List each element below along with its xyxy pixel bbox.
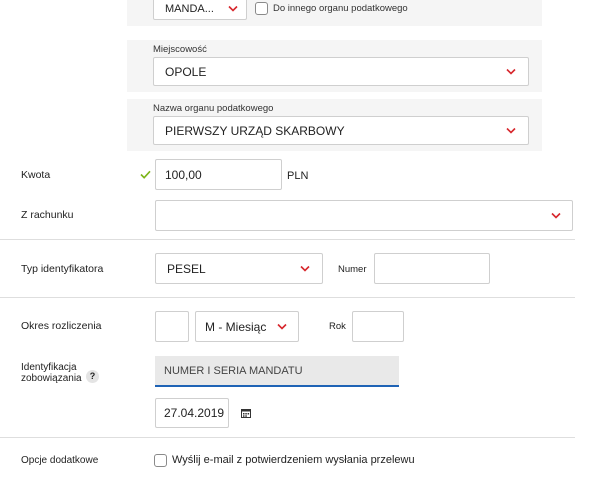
options-label: Opcje dodatkowe xyxy=(21,455,99,466)
amount-value: 100,00 xyxy=(165,167,202,182)
identifier-type-label: Typ identyfikatora xyxy=(21,263,104,275)
office-name-value: PIERWSZY URZĄD SKARBOWY xyxy=(165,123,345,138)
separator xyxy=(0,239,575,240)
identifier-type-value: PESEL xyxy=(167,261,206,276)
obligation-placeholder: NUMER I SERIA MANDATU xyxy=(164,364,303,377)
office-name-label: Nazwa organu podatkowego xyxy=(153,103,274,114)
obligation-input[interactable]: NUMER I SERIA MANDATU xyxy=(155,356,399,387)
number-label: Numer xyxy=(338,264,367,275)
office-type-value: MANDA... xyxy=(165,3,214,15)
currency-label: PLN xyxy=(287,170,309,182)
amount-label: Kwota xyxy=(21,169,51,181)
period-day-input[interactable] xyxy=(155,311,189,342)
email-confirmation-label: Wyślij e-mail z potwierdzeniem wysłania … xyxy=(172,454,415,466)
identifier-number-input[interactable] xyxy=(374,253,490,284)
amount-input[interactable]: 100,00 xyxy=(155,159,282,190)
date-value: 27.04.2019 xyxy=(164,406,225,420)
city-label: Miejscowość xyxy=(153,44,207,55)
other-office-label: Do innego organu podatkowego xyxy=(273,3,408,14)
email-confirmation-checkbox[interactable] xyxy=(154,454,167,467)
separator xyxy=(0,437,575,438)
city-value: OPOLE xyxy=(165,64,207,79)
period-type-value: M - Miesiąc xyxy=(205,319,267,334)
other-office-checkbox[interactable] xyxy=(255,2,268,15)
year-label: Rok xyxy=(329,321,346,332)
chevron-down-icon xyxy=(551,212,561,219)
period-label: Okres rozliczenia xyxy=(21,320,102,332)
period-type-select[interactable]: M - Miesiąc xyxy=(195,311,299,342)
office-name-select[interactable]: PIERWSZY URZĄD SKARBOWY xyxy=(153,116,529,145)
chevron-down-icon xyxy=(506,127,516,134)
account-label: Z rachunku xyxy=(21,209,74,221)
obligation-label-line2: zobowiązania xyxy=(21,373,82,384)
year-input[interactable] xyxy=(352,311,404,342)
chevron-down-icon xyxy=(506,68,516,75)
chevron-down-icon xyxy=(277,323,287,330)
date-input[interactable]: 27.04.2019 xyxy=(155,398,229,428)
help-icon[interactable]: ? xyxy=(86,370,99,383)
separator xyxy=(0,297,575,298)
office-type-select[interactable]: MANDA... xyxy=(153,0,247,20)
calendar-icon[interactable] xyxy=(241,408,251,418)
checkmark-icon xyxy=(140,170,151,179)
account-select[interactable] xyxy=(155,200,573,231)
identifier-type-select[interactable]: PESEL xyxy=(155,253,323,284)
chevron-down-icon xyxy=(300,265,310,272)
city-select[interactable]: OPOLE xyxy=(153,57,529,86)
chevron-down-icon xyxy=(228,5,238,12)
obligation-label-line1: Identyfikacja xyxy=(21,362,77,373)
